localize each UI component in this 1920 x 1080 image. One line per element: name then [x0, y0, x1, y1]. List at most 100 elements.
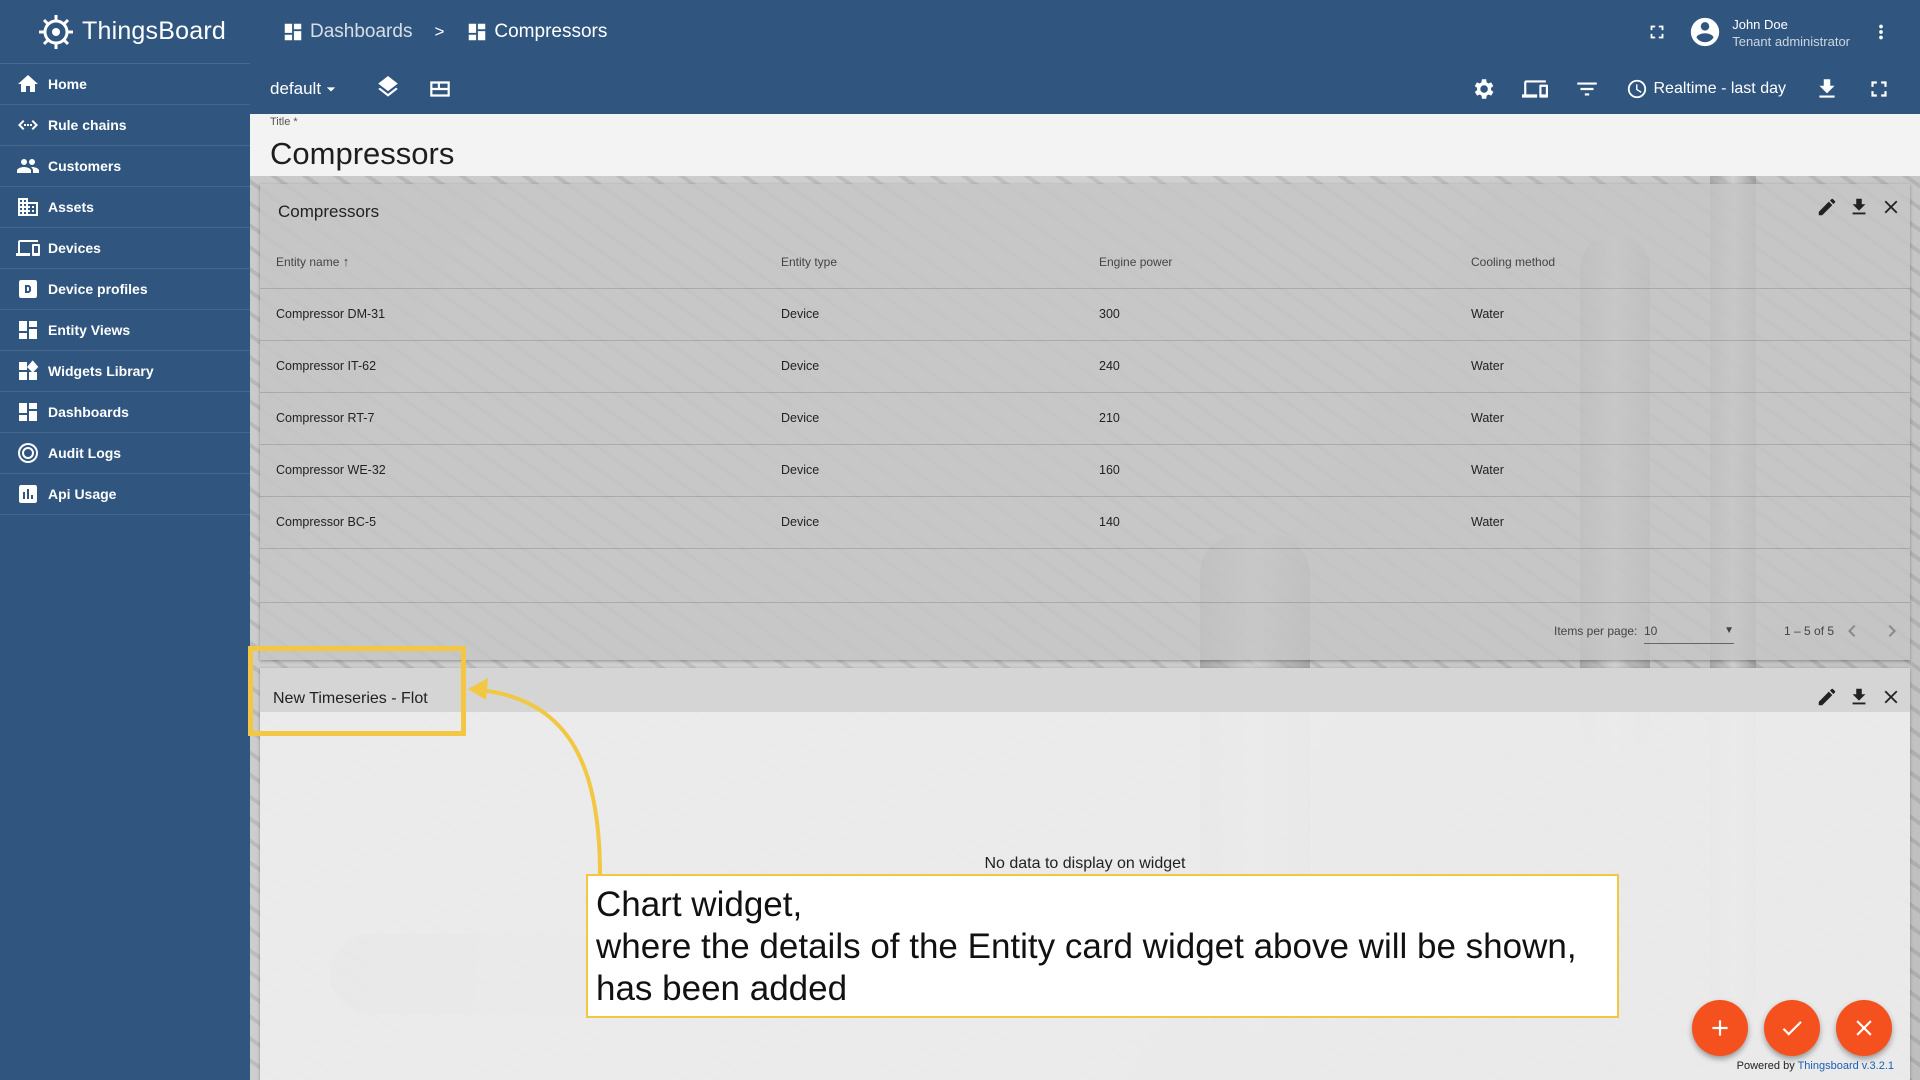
edit-icon[interactable]	[1816, 196, 1838, 218]
cell-engine-power: 210	[1083, 392, 1455, 445]
chevron-left-icon[interactable]	[1840, 619, 1864, 643]
powered-by: Powered by Thingsboard v.3.2.1	[1737, 1060, 1894, 1072]
annotation-callout: Chart widget, where the details of the E…	[586, 874, 1619, 1018]
sidebar-item-devices[interactable]: Devices	[0, 228, 250, 269]
layout-state-select[interactable]: default	[270, 79, 341, 99]
sidebar: ThingsBoard Home Rule chains Customers A…	[0, 0, 250, 1080]
layout-icon[interactable]	[427, 76, 453, 102]
rule-chains-icon	[18, 120, 38, 130]
dashboard-title-field[interactable]: Title * Compressors	[250, 114, 1920, 176]
column-header-label: Entity type	[781, 254, 838, 269]
table-row[interactable]: Compressor WE-32 Device 160 Water	[260, 444, 1910, 497]
download-icon[interactable]	[1848, 686, 1870, 708]
sidebar-item-device-profiles[interactable]: Device profiles	[0, 269, 250, 310]
column-header-label: Entity name	[276, 255, 340, 270]
download-icon[interactable]	[1848, 196, 1870, 218]
sidebar-item-home[interactable]: Home	[0, 64, 250, 105]
sidebar-item-dashboards[interactable]: Dashboards	[0, 392, 250, 433]
sidebar-item-label: Customers	[48, 158, 122, 174]
user-area: John Doe Tenant administrator	[1646, 0, 1920, 64]
sidebar-item-customers[interactable]: Customers	[0, 146, 250, 187]
items-per-page-select[interactable]: 10 ▼	[1644, 618, 1734, 644]
account-avatar-icon[interactable]	[1688, 15, 1722, 49]
sidebar-item-audit-logs[interactable]: Audit Logs	[0, 433, 250, 474]
widgets-icon	[19, 360, 39, 380]
sidebar-item-rule-chains[interactable]: Rule chains	[0, 105, 250, 146]
table-row[interactable]: Compressor IT-62 Device 240 Water	[260, 340, 1910, 393]
device-profiles-icon	[19, 280, 37, 298]
close-icon[interactable]	[1880, 686, 1902, 708]
settings-gear-icon[interactable]	[1470, 76, 1496, 102]
column-header-entity-name[interactable]: Entity name ↑	[260, 236, 765, 289]
cell-engine-power: 160	[1083, 444, 1455, 497]
callout-line: Chart widget,	[596, 885, 803, 924]
timewindow-button[interactable]: Realtime - last day	[1626, 78, 1787, 100]
sidebar-item-label: Devices	[48, 240, 101, 256]
sort-arrow-up-icon: ↑	[342, 254, 350, 270]
filter-icon[interactable]	[1574, 76, 1600, 102]
cell-entity-name: Compressor BC-5	[260, 496, 765, 549]
page-range: 1 – 5 of 5	[1784, 624, 1835, 638]
table-row[interactable]: Compressor BC-5 Device 140 Water	[260, 496, 1910, 549]
chevron-right-icon[interactable]	[1880, 619, 1904, 643]
cell-entity-name: Compressor RT-7	[260, 392, 765, 445]
user-name: John Doe	[1732, 16, 1788, 32]
entity-views-icon	[19, 321, 37, 339]
cell-entity-type: Device	[765, 444, 1083, 497]
apply-changes-button[interactable]	[1764, 1000, 1820, 1056]
column-header-engine-power[interactable]: Engine power	[1083, 236, 1455, 289]
layout-state-value: default	[270, 79, 322, 98]
more-vert-icon[interactable]	[1870, 21, 1892, 43]
fullscreen-icon[interactable]	[1646, 21, 1668, 43]
column-header-cooling-method[interactable]: Cooling method	[1455, 236, 1910, 289]
sidebar-item-widgets-library[interactable]: Widgets Library	[0, 351, 250, 392]
cell-engine-power: 240	[1083, 340, 1455, 393]
clock-icon	[1627, 79, 1646, 99]
logo[interactable]: ThingsBoard	[0, 0, 250, 64]
page-title: Compressors	[270, 136, 455, 171]
column-header-label: Cooling method	[1471, 254, 1556, 269]
user-role: Tenant administrator	[1732, 33, 1850, 49]
cell-cooling-method: Water	[1455, 392, 1910, 445]
column-header-entity-type[interactable]: Entity type	[765, 236, 1083, 289]
breadcrumb-link-dashboards[interactable]: Dashboards	[310, 21, 412, 43]
cell-engine-power: 140	[1083, 496, 1455, 549]
version-link[interactable]: Thingsboard v.3.2.1	[1798, 1060, 1894, 1072]
breadcrumb-current: Compressors	[494, 21, 608, 42]
add-widget-button[interactable]	[1692, 1000, 1748, 1056]
items-per-page-label: Items per page:	[1554, 624, 1638, 638]
entities-table: Entity name ↑ Entity type Engine power C…	[260, 236, 1910, 549]
sidebar-item-entity-views[interactable]: Entity Views	[0, 310, 250, 351]
app-name: ThingsBoard	[82, 17, 226, 45]
user-info[interactable]: John Doe Tenant administrator	[1732, 16, 1850, 49]
api-usage-icon	[19, 485, 37, 503]
title-label: Title *	[270, 116, 298, 128]
sidebar-item-label: Device profiles	[48, 281, 148, 297]
sidebar-item-api-usage[interactable]: Api Usage	[0, 474, 250, 515]
cancel-changes-button[interactable]	[1836, 1000, 1892, 1056]
devices-icon	[16, 240, 40, 256]
cell-entity-type: Device	[765, 288, 1083, 341]
timewindow-label: Realtime - last day	[1653, 80, 1787, 97]
widget-actions	[1816, 196, 1902, 218]
thingsboard-logo-icon	[39, 14, 73, 49]
download-icon[interactable]	[1814, 76, 1840, 102]
layers-icon[interactable]	[375, 76, 401, 102]
devices-icon[interactable]	[1521, 76, 1548, 102]
sidebar-item-assets[interactable]: Assets	[0, 187, 250, 228]
audit-logs-icon	[18, 443, 38, 463]
home-icon	[18, 75, 38, 92]
check-icon	[1782, 1021, 1802, 1036]
dashboard-icon	[469, 23, 486, 41]
fullscreen-icon[interactable]	[1866, 76, 1892, 102]
close-icon[interactable]	[1880, 196, 1902, 218]
sidebar-item-label: Rule chains	[48, 117, 127, 133]
plus-icon	[1712, 1020, 1728, 1036]
sidebar-item-label: Api Usage	[48, 486, 117, 502]
table-row[interactable]: Compressor DM-31 Device 300 Water	[260, 288, 1910, 341]
table-row[interactable]: Compressor RT-7 Device 210 Water	[260, 392, 1910, 445]
edit-icon[interactable]	[1816, 686, 1838, 708]
cell-cooling-method: Water	[1455, 340, 1910, 393]
sidebar-item-label: Entity Views	[48, 322, 131, 338]
widget-title: Compressors	[278, 202, 380, 221]
